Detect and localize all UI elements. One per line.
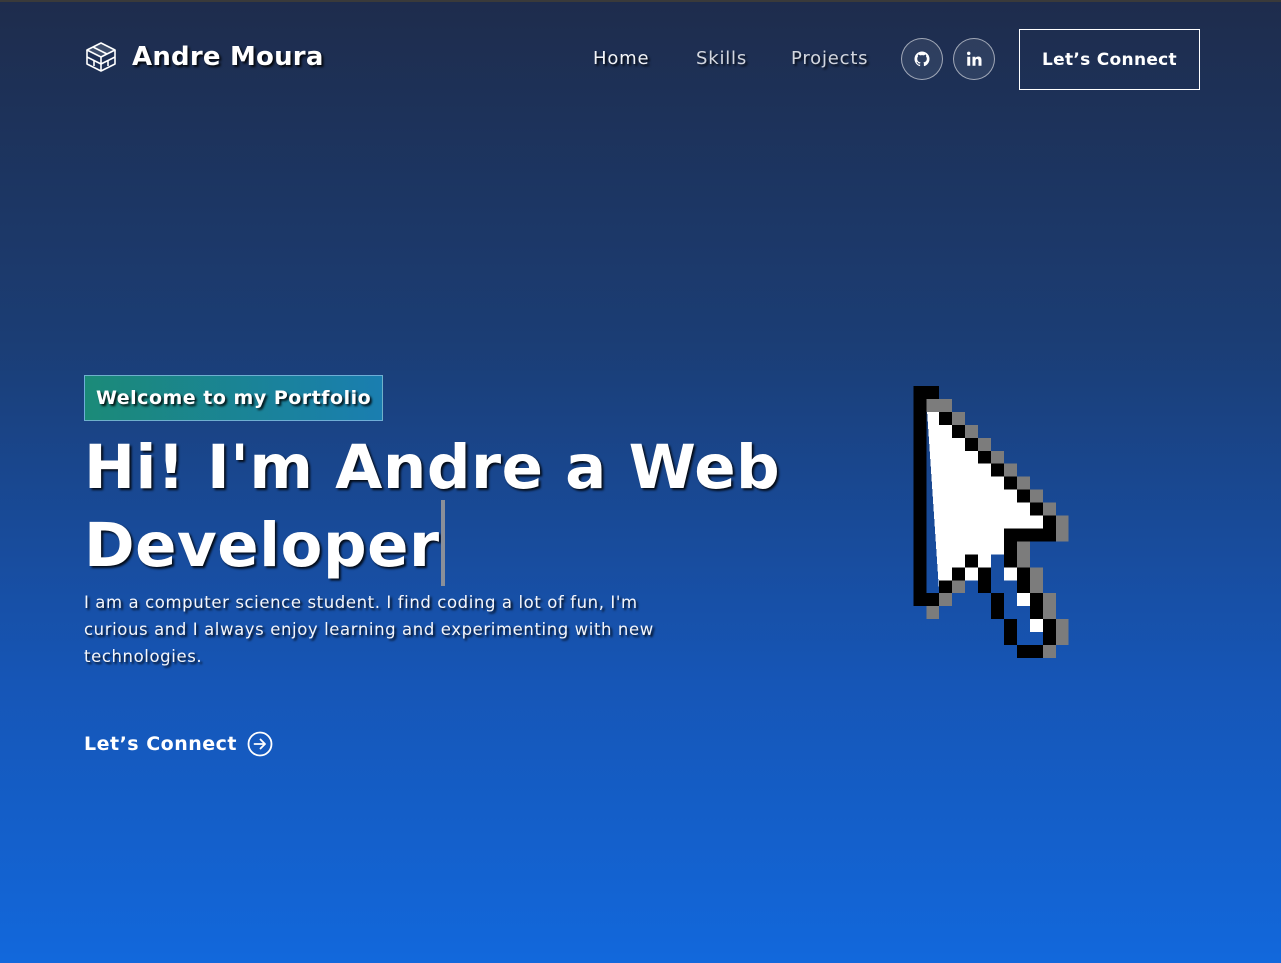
- arrow-right-circle-icon: [247, 731, 273, 757]
- hero-connect-label: Let’s Connect: [84, 733, 237, 755]
- github-button[interactable]: [901, 38, 943, 80]
- github-icon: [914, 51, 930, 67]
- lets-connect-button[interactable]: Let’s Connect: [1019, 29, 1200, 90]
- hero-title-line2: Developer: [84, 510, 440, 581]
- linkedin-button[interactable]: [953, 38, 995, 80]
- pixel-cursor-icon: [913, 386, 1069, 658]
- brand-name: Andre Moura: [132, 42, 324, 72]
- linkedin-icon: [967, 51, 982, 66]
- brand[interactable]: Andre Moura: [84, 40, 324, 74]
- nav-link-home[interactable]: Home: [593, 48, 649, 69]
- brand-logo-icon: [86, 42, 116, 72]
- tagline-badge: Welcome to my Portfolio: [84, 375, 384, 421]
- hero-title-line1: Hi! I'm Andre a Web: [84, 432, 781, 503]
- hero-title: Hi! I'm Andre a Web Developer: [84, 436, 784, 586]
- nav-link-projects[interactable]: Projects: [791, 48, 868, 69]
- typing-caret: [440, 500, 445, 586]
- nav-link-skills[interactable]: Skills: [696, 48, 747, 69]
- window-top-border: [0, 0, 1281, 2]
- hero-connect-link[interactable]: Let’s Connect: [84, 731, 273, 757]
- hero-description: I am a computer science student. I find …: [84, 593, 654, 666]
